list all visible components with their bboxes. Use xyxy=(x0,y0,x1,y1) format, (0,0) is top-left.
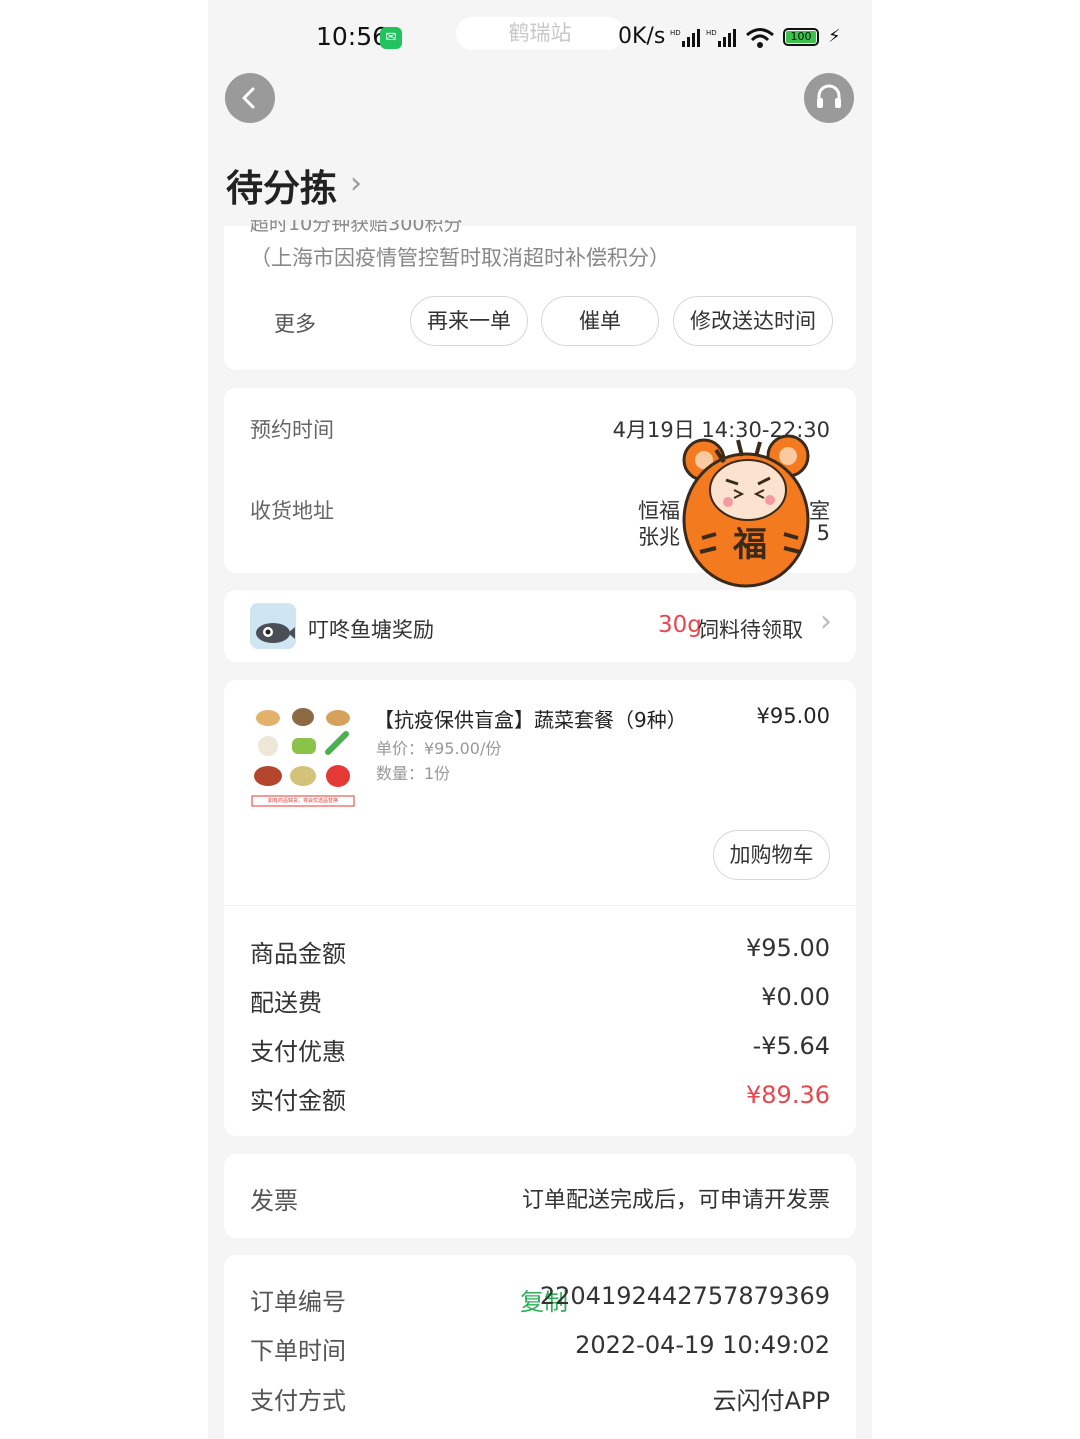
reward-text: 饲料待领取 xyxy=(698,618,803,642)
payment-discount-label: 支付优惠 xyxy=(250,1038,346,1066)
tiger-sticker: 福 xyxy=(676,428,816,588)
battery-icon: 100 xyxy=(783,28,819,46)
payment-method-label: 支付方式 xyxy=(250,1387,346,1415)
compensation-notice: （上海市因疫情管控暂时取消超时补偿积分） xyxy=(250,246,670,270)
goods-amount-label: 商品金额 xyxy=(250,940,346,968)
order-number-value: 2204192442757879369 xyxy=(539,1282,830,1310)
appointment-label: 预约时间 xyxy=(250,418,334,442)
product-image-caption: 如有商品缺货，将会优选品替换 xyxy=(267,798,338,804)
svg-text:HD: HD xyxy=(670,29,681,37)
address-line-2-tail: 5 xyxy=(816,521,830,545)
wifi-icon xyxy=(746,28,774,48)
invoice-label: 发票 xyxy=(250,1187,298,1215)
order-info-card: 订单编号 复制 2204192442757879369 下单时间 2022-04… xyxy=(224,1255,856,1439)
product-unit-price: 单价：¥95.00/份 xyxy=(376,739,502,758)
reward-amount: 30g xyxy=(658,612,702,638)
product-name[interactable]: 【抗疫保供盲盒】蔬菜套餐（9种） xyxy=(374,704,687,733)
signal-2-icon: HD xyxy=(706,29,736,47)
fish-pond-reward-card[interactable]: 叮咚鱼塘奖励 30g 饲料待领取 › xyxy=(224,590,856,662)
vegetables-image xyxy=(251,708,355,807)
order-time-value: 2022-04-19 10:49:02 xyxy=(575,1331,830,1359)
add-to-cart-button[interactable]: 加购物车 xyxy=(713,830,830,880)
change-delivery-time-button[interactable]: 修改送达时间 xyxy=(673,296,833,346)
page-title[interactable]: 待分拣 xyxy=(226,158,337,212)
phone-screen: 10:56 ✉ 鹤瑞站 0K/s HD HD 100 ⚡ 待分拣 › 超时10分… xyxy=(208,0,872,1439)
chevron-right-icon: › xyxy=(820,604,832,639)
goods-amount-value: ¥95.00 xyxy=(746,934,830,962)
tiger-fu-character: 福 xyxy=(732,525,767,565)
headset-icon xyxy=(817,84,841,108)
order-number-label: 订单编号 xyxy=(250,1288,346,1316)
order-time-label: 下单时间 xyxy=(250,1337,346,1365)
invoice-value: 订单配送完成后，可申请开发票 xyxy=(521,1188,830,1213)
more-button[interactable]: 更多 xyxy=(274,308,316,338)
compensation-line: 超时10分钟获赔300积分 xyxy=(250,220,463,234)
divider xyxy=(224,905,856,906)
wechat-icon: ✉ xyxy=(380,27,402,49)
svg-text:HD: HD xyxy=(706,29,717,37)
payment-method-value: 云闪付APP xyxy=(712,1387,830,1415)
signal-1-icon: HD xyxy=(670,29,700,47)
back-button[interactable] xyxy=(225,73,275,123)
tiger-sticker-image: 福 xyxy=(682,434,810,588)
reorder-button[interactable]: 再来一单 xyxy=(410,296,528,346)
address-label: 收货地址 xyxy=(250,499,334,523)
paid-amount-value: ¥89.36 xyxy=(746,1081,830,1109)
chevron-right-icon[interactable]: › xyxy=(350,166,362,201)
delivery-fee-label: 配送费 xyxy=(250,989,322,1017)
delivery-fee-value: ¥0.00 xyxy=(761,983,830,1011)
product-quantity: 数量：1份 xyxy=(376,764,451,783)
product-card: 如有商品缺货，将会优选品替换 【抗疫保供盲盒】蔬菜套餐（9种） ¥95.00 单… xyxy=(224,680,856,1136)
urge-order-button[interactable]: 催单 xyxy=(541,296,659,346)
product-price: ¥95.00 xyxy=(756,704,830,728)
paid-amount-label: 实付金额 xyxy=(250,1087,346,1115)
customer-service-button[interactable] xyxy=(804,73,854,123)
reward-label: 叮咚鱼塘奖励 xyxy=(308,618,434,642)
status-bar: 10:56 ✉ 鹤瑞站 0K/s HD HD 100 ⚡ xyxy=(208,0,872,72)
order-status-card: 超时10分钟获赔300积分 （上海市因疫情管控暂时取消超时补偿积分） 更多 再来… xyxy=(224,220,856,370)
status-time: 10:56 xyxy=(316,22,389,51)
dynamic-island: 鹤瑞站 xyxy=(456,17,624,50)
payment-discount-value: -¥5.64 xyxy=(752,1032,830,1060)
fish-pond-icon xyxy=(250,603,296,649)
product-image[interactable]: 如有商品缺货，将会优选品替换 xyxy=(250,700,356,810)
address-line-2: 张兆 xyxy=(638,525,680,549)
net-speed: 0K/s xyxy=(618,24,666,49)
invoice-card[interactable]: 发票 订单配送完成后，可申请开发票 xyxy=(224,1154,856,1238)
chevron-left-icon xyxy=(242,87,255,109)
charging-icon: ⚡ xyxy=(828,26,841,47)
